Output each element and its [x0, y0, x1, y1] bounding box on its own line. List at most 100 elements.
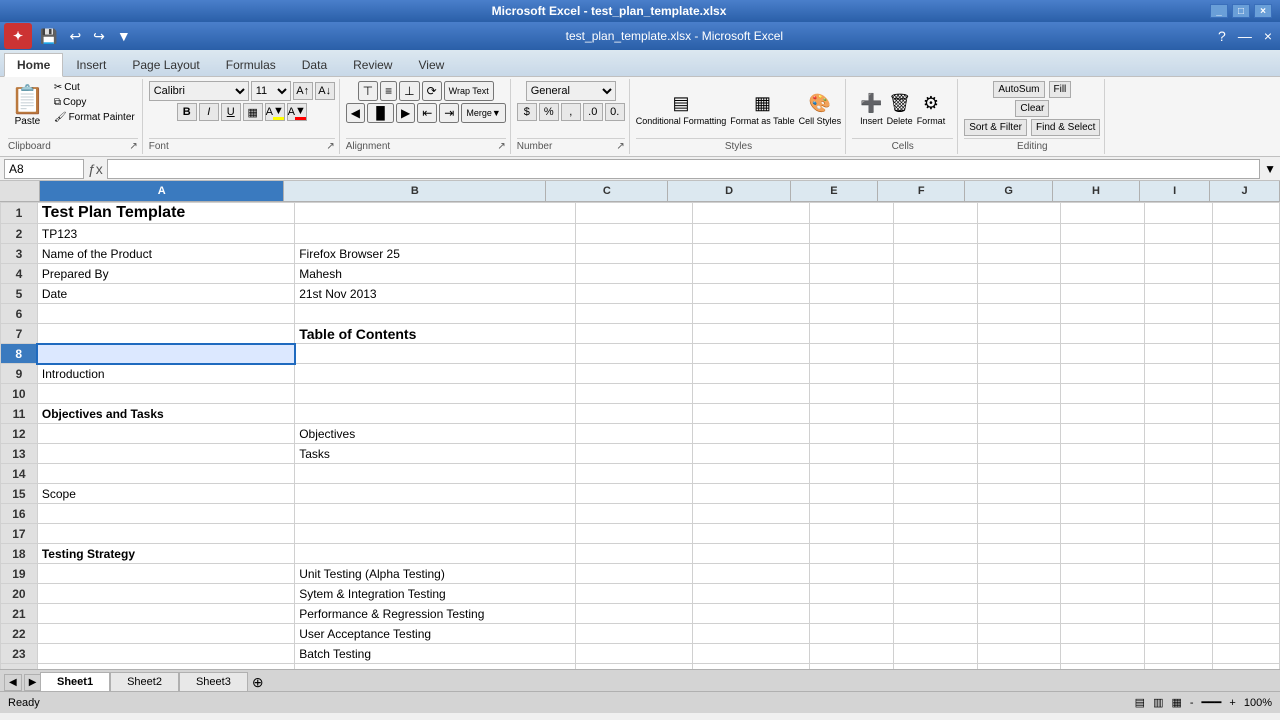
cell-b5[interactable]: 21st Nov 2013 — [295, 284, 576, 304]
cell-empty[interactable] — [1145, 224, 1212, 244]
cell-empty[interactable] — [977, 384, 1061, 404]
decrease-decimal-btn[interactable]: .0 — [583, 103, 603, 121]
cell-empty[interactable] — [1212, 304, 1279, 324]
close-btn[interactable]: × — [1254, 4, 1272, 18]
cell-empty[interactable] — [1145, 624, 1212, 644]
cell-empty[interactable] — [576, 384, 693, 404]
cell-empty[interactable] — [693, 284, 810, 304]
cell-empty[interactable] — [1145, 364, 1212, 384]
cell-empty[interactable] — [1061, 644, 1145, 664]
cell-empty[interactable] — [809, 564, 893, 584]
cell-empty[interactable] — [693, 544, 810, 564]
cell-empty[interactable] — [1061, 344, 1145, 364]
fill-btn[interactable]: Fill — [1049, 81, 1072, 98]
cell-empty[interactable] — [693, 464, 810, 484]
cell-b3[interactable]: Firefox Browser 25 — [295, 244, 576, 264]
cell-empty[interactable] — [693, 584, 810, 604]
format-table-btn[interactable]: Format as Table — [730, 116, 794, 126]
cell-empty[interactable] — [1145, 444, 1212, 464]
cell-empty[interactable] — [693, 504, 810, 524]
cell-empty[interactable] — [1145, 404, 1212, 424]
col-header-c[interactable]: C — [546, 181, 668, 201]
cell-b11[interactable] — [295, 404, 576, 424]
cell-a9[interactable]: Introduction — [37, 364, 294, 384]
cell-empty[interactable] — [977, 244, 1061, 264]
cell-empty[interactable] — [809, 584, 893, 604]
cell-empty[interactable] — [977, 464, 1061, 484]
cell-empty[interactable] — [576, 324, 693, 344]
row-number-16[interactable]: 16 — [1, 504, 38, 524]
cell-empty[interactable] — [1061, 203, 1145, 224]
cell-empty[interactable] — [893, 304, 977, 324]
cell-empty[interactable] — [576, 604, 693, 624]
cell-empty[interactable] — [1145, 644, 1212, 664]
cell-empty[interactable] — [576, 224, 693, 244]
cell-empty[interactable] — [576, 524, 693, 544]
cell-a1[interactable]: Test Plan Template — [37, 203, 294, 224]
cell-empty[interactable] — [809, 264, 893, 284]
col-header-h[interactable]: H — [1053, 181, 1140, 201]
cell-empty[interactable] — [809, 224, 893, 244]
sheet-tab-1[interactable]: Sheet1 — [40, 672, 110, 691]
cell-empty[interactable] — [1061, 524, 1145, 544]
cell-a12[interactable] — [37, 424, 294, 444]
row-number-7[interactable]: 7 — [1, 324, 38, 344]
cell-empty[interactable] — [893, 564, 977, 584]
cell-empty[interactable] — [1145, 324, 1212, 344]
cell-empty[interactable] — [893, 384, 977, 404]
cell-empty[interactable] — [1061, 544, 1145, 564]
cell-empty[interactable] — [1145, 544, 1212, 564]
find-select-btn[interactable]: Find & Select — [1031, 119, 1100, 136]
ribbon-close-btn[interactable]: × — [1260, 26, 1276, 46]
cell-empty[interactable] — [1145, 464, 1212, 484]
cell-empty[interactable] — [809, 544, 893, 564]
cell-empty[interactable] — [693, 604, 810, 624]
cell-empty[interactable] — [576, 544, 693, 564]
insert-sheet-btn[interactable]: ⊕ — [248, 674, 268, 691]
cell-a19[interactable] — [37, 564, 294, 584]
cell-empty[interactable] — [1061, 384, 1145, 404]
clipboard-expand-icon[interactable]: ↗ — [129, 141, 137, 152]
cell-empty[interactable] — [977, 644, 1061, 664]
cell-empty[interactable] — [576, 203, 693, 224]
zoom-slider[interactable]: ━━━ — [1202, 696, 1222, 709]
office-button[interactable]: ✦ — [4, 23, 32, 49]
cell-empty[interactable] — [809, 524, 893, 544]
qa-dropdown-btn[interactable]: ▼ — [113, 26, 135, 46]
cell-empty[interactable] — [1061, 244, 1145, 264]
cell-empty[interactable] — [893, 344, 977, 364]
decrease-font-btn[interactable]: A↓ — [315, 82, 335, 100]
cell-empty[interactable] — [693, 304, 810, 324]
align-right-btn[interactable]: ▶ — [396, 103, 415, 123]
cell-b22[interactable]: User Acceptance Testing — [295, 624, 576, 644]
cell-b7[interactable]: Table of Contents — [295, 324, 576, 344]
cell-empty[interactable] — [693, 484, 810, 504]
sort-filter-btn[interactable]: Sort & Filter — [964, 119, 1027, 136]
cell-empty[interactable] — [1212, 264, 1279, 284]
cell-empty[interactable] — [1061, 484, 1145, 504]
cell-empty[interactable] — [693, 203, 810, 224]
cell-empty[interactable] — [809, 284, 893, 304]
cell-empty[interactable] — [1061, 624, 1145, 644]
undo-btn[interactable]: ↩ — [65, 26, 85, 47]
cell-empty[interactable] — [1212, 584, 1279, 604]
cell-empty[interactable] — [893, 644, 977, 664]
cell-b14[interactable] — [295, 464, 576, 484]
cell-empty[interactable] — [576, 564, 693, 584]
cell-empty[interactable] — [1212, 464, 1279, 484]
col-header-g[interactable]: G — [965, 181, 1052, 201]
normal-view-btn[interactable]: ▤ — [1135, 696, 1145, 709]
cell-empty[interactable] — [576, 504, 693, 524]
cell-styles-btn[interactable]: Cell Styles — [799, 116, 842, 126]
cell-empty[interactable] — [1145, 524, 1212, 544]
align-left-btn[interactable]: ◀ — [346, 103, 365, 123]
cell-empty[interactable] — [977, 444, 1061, 464]
cell-empty[interactable] — [1061, 224, 1145, 244]
insert-cells-btn[interactable]: Insert — [860, 116, 883, 126]
grid-container[interactable]: 1Test Plan Template2TP1233Name of the Pr… — [0, 202, 1280, 669]
increase-font-btn[interactable]: A↑ — [293, 82, 313, 100]
col-header-e[interactable]: E — [791, 181, 878, 201]
cell-b2[interactable] — [295, 224, 576, 244]
cell-empty[interactable] — [893, 284, 977, 304]
cell-a13[interactable] — [37, 444, 294, 464]
